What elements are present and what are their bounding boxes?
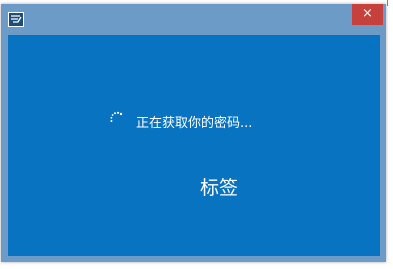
title-bar[interactable]: × <box>1 4 386 32</box>
app-icon <box>8 12 24 27</box>
label-text: 标签 <box>200 177 239 199</box>
close-icon: × <box>362 6 373 21</box>
edge-mark <box>387 0 388 6</box>
dialog-window: × 正在获取你的密码... 标签 <box>1 4 386 262</box>
client-area: 正在获取你的密码... 标签 <box>8 35 380 256</box>
close-button[interactable]: × <box>352 4 383 25</box>
status-text: 正在获取你的密码... <box>136 116 253 131</box>
loading-spinner-icon <box>105 108 127 130</box>
